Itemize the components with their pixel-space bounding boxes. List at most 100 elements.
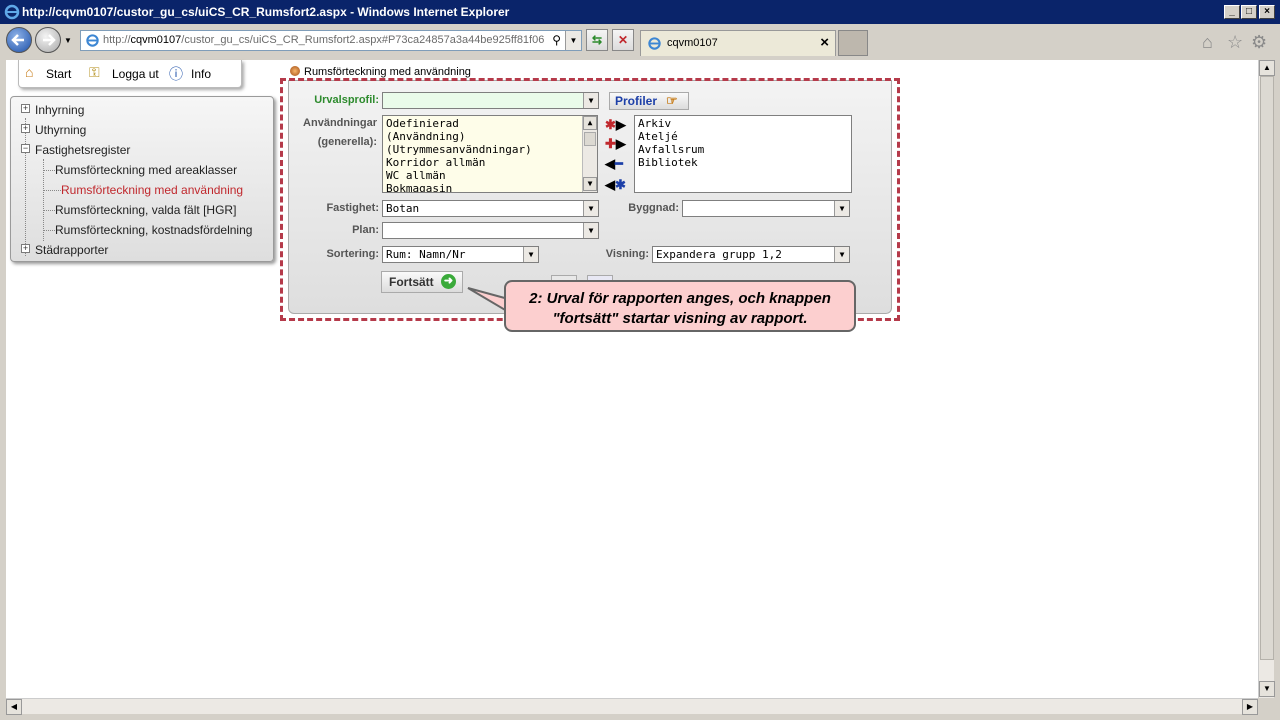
report-form-panel: Urvalsprofil: ▼ Profiler ☞ Användningar … [288, 80, 892, 314]
expand-icon[interactable]: + [21, 244, 30, 253]
list-item[interactable]: (Utrymmesanvändningar) [386, 143, 532, 156]
tools-gear-icon[interactable]: ⚙ [1251, 32, 1267, 53]
scroll-up-icon[interactable]: ▲ [583, 116, 597, 130]
address-path: /custor_gu_cs/uiCS_CR_Rumsfort2.aspx#P73… [181, 34, 545, 46]
callout-line-2: "fortsätt" startar visning av rapport. [552, 310, 808, 327]
browser-window: http://cqvm0107/custor_gu_cs/uiCS_CR_Rum… [0, 0, 1280, 720]
refresh-button[interactable]: ⇆ [586, 29, 608, 51]
callout-annotation: 2: Urval för rapporten anges, och knappe… [504, 280, 856, 332]
visning-label: Visning: [605, 248, 649, 260]
list-item[interactable]: Arkiv [638, 117, 671, 130]
ie-logo-icon [4, 4, 20, 20]
visning-select[interactable]: Expandera grupp 1,2 ▼ [652, 246, 850, 263]
plan-label: Plan: [352, 224, 379, 236]
close-window-button[interactable]: × [1259, 5, 1275, 19]
usage-selected-list[interactable]: Arkiv Ateljé Avfallsrum Bibliotek [634, 115, 852, 193]
profile-select[interactable]: ▼ [382, 92, 599, 109]
fastighet-select[interactable]: Botan ▼ [382, 200, 599, 217]
info-link[interactable]: Info [191, 67, 211, 81]
remove-all-button[interactable]: ◀✱ [605, 177, 626, 193]
hand-pointer-icon: ☞ [666, 93, 678, 108]
scroll-right-icon[interactable]: ▶ [1242, 699, 1258, 715]
scroll-thumb[interactable] [584, 132, 596, 146]
usage-label-line1: Användningar [303, 117, 377, 129]
usage-label-line2: (generella): [317, 136, 377, 148]
profiles-button[interactable]: Profiler ☞ [609, 92, 689, 110]
home-icon: ⌂ [25, 64, 34, 80]
scroll-down-icon[interactable]: ▼ [583, 177, 597, 191]
chevron-down-icon: ▼ [583, 223, 598, 238]
list-item[interactable]: (Användning) [386, 130, 465, 143]
refresh-icon: ⇆ [591, 33, 603, 47]
page-content: ⌂ Start ⚿ Logga ut ⓘ Info + Inhyrning + … [6, 60, 1258, 698]
tab-title: cqvm0107 [667, 37, 718, 49]
logout-link[interactable]: Logga ut [112, 67, 159, 81]
title-bar: http://cqvm0107/custor_gu_cs/uiCS_CR_Rum… [0, 0, 1280, 24]
callout-line-1: 2: Urval för rapporten anges, och knappe… [529, 290, 831, 307]
list-item[interactable]: Ateljé [638, 130, 678, 143]
list-item[interactable]: Korridor allmän [386, 156, 485, 169]
continue-button[interactable]: Fortsätt ➜ [381, 271, 463, 293]
new-tab-button[interactable] [838, 30, 868, 56]
add-all-button[interactable]: ✱▶ [605, 117, 626, 133]
chevron-down-icon: ▼ [834, 247, 849, 262]
page-horizontal-scrollbar[interactable]: ◀ ▶ [6, 698, 1258, 715]
list-scrollbar[interactable]: ▲ ▼ [582, 116, 597, 192]
stop-button[interactable]: ✕ [612, 29, 634, 51]
history-dropdown-icon[interactable]: ▼ [64, 36, 72, 45]
scroll-up-icon[interactable]: ▲ [1259, 60, 1275, 76]
fastighet-label: Fastighet: [326, 202, 379, 214]
maximize-button[interactable]: □ [1241, 5, 1257, 19]
browser-toolbar: ▼ http://cqvm0107/custor_gu_cs/uiCS_CR_R… [0, 24, 1280, 60]
info-icon: ⓘ [169, 66, 183, 82]
report-icon [290, 66, 300, 76]
ie-page-icon [86, 34, 99, 47]
chevron-down-icon: ▼ [834, 201, 849, 216]
minimize-button[interactable]: _ [1224, 5, 1240, 19]
arrow-right-icon [43, 34, 56, 46]
scroll-thumb[interactable] [1260, 76, 1274, 660]
top-menu: ⌂ Start ⚿ Logga ut ⓘ Info [18, 60, 242, 88]
list-item[interactable]: Avfallsrum [638, 143, 704, 156]
list-item[interactable]: Odefinierad [386, 117, 459, 130]
breadcrumb: Rumsförteckning med användning [290, 66, 471, 78]
home-icon[interactable]: ⌂ [1202, 32, 1213, 53]
byggnad-select[interactable]: ▼ [682, 200, 850, 217]
arrow-right-icon: ➜ [441, 274, 456, 289]
list-item[interactable]: WC allmän [386, 169, 446, 182]
expand-icon[interactable]: + [21, 124, 30, 133]
address-host: cqvm0107 [130, 34, 182, 46]
tab-close-button[interactable]: × [820, 34, 829, 51]
usage-available-list[interactable]: Odefinierad (Användning) (Utrymmesanvänd… [382, 115, 598, 193]
chevron-down-icon: ▼ [523, 247, 538, 262]
browser-tab[interactable]: cqvm0107 × [640, 30, 836, 56]
start-link[interactable]: Start [46, 67, 71, 81]
forward-button[interactable] [35, 27, 61, 53]
sortering-select[interactable]: Rum: Namn/Nr ▼ [382, 246, 539, 263]
profile-label: Urvalsprofil: [314, 94, 379, 106]
ie-tab-icon [648, 37, 661, 50]
navigation-tree: + Inhyrning + Uthyrning − Fastighetsregi… [10, 96, 274, 262]
expand-icon[interactable]: + [21, 104, 30, 113]
plan-select[interactable]: ▼ [382, 222, 599, 239]
page-vertical-scrollbar[interactable]: ▲ ▼ [1258, 60, 1275, 698]
search-icon[interactable]: ⚲ [552, 33, 561, 47]
favorites-star-icon[interactable]: ☆ [1227, 32, 1243, 53]
scroll-down-icon[interactable]: ▼ [1259, 681, 1275, 697]
list-item[interactable]: Bibliotek [638, 156, 698, 169]
scroll-left-icon[interactable]: ◀ [6, 699, 22, 715]
address-bar[interactable]: http://cqvm0107/custor_gu_cs/uiCS_CR_Rum… [80, 30, 582, 51]
window-title: http://cqvm0107/custor_gu_cs/uiCS_CR_Rum… [22, 5, 510, 19]
address-dropdown-icon[interactable]: ▼ [565, 31, 581, 50]
collapse-icon[interactable]: − [21, 144, 30, 153]
chevron-down-icon: ▼ [583, 93, 598, 108]
stop-icon: ✕ [617, 33, 629, 47]
page-title: Rumsförteckning med användning [304, 66, 471, 78]
back-button[interactable] [6, 27, 32, 53]
add-selected-button[interactable]: ✚▶ [605, 136, 626, 152]
byggnad-label: Byggnad: [628, 202, 679, 214]
remove-selected-button[interactable]: ◀━ [605, 156, 623, 172]
address-prefix: http:// [103, 34, 131, 46]
sortering-label: Sortering: [326, 248, 379, 260]
list-item[interactable]: Bokmagasin [386, 182, 452, 192]
